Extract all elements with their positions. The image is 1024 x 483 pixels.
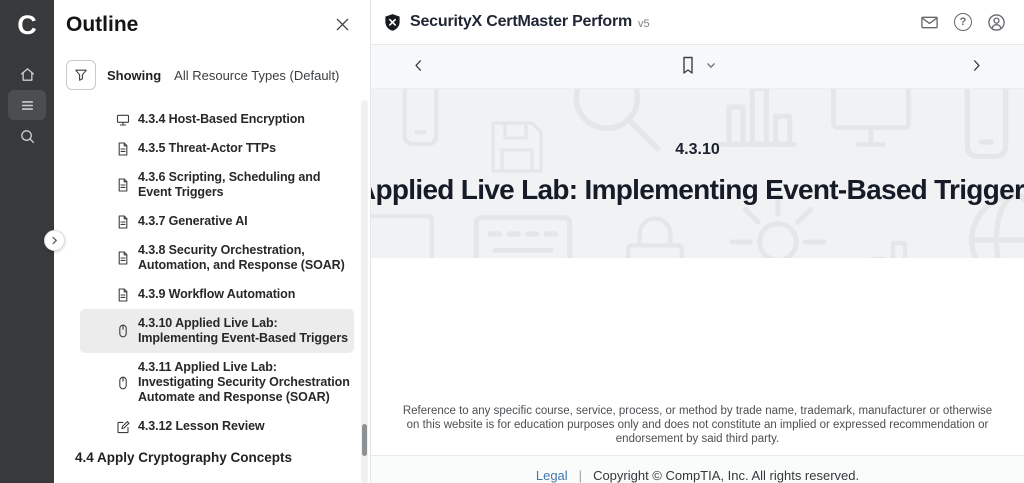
- mouse-icon: [116, 324, 130, 338]
- watermark-monitor-icon: [821, 89, 921, 161]
- outline-section-next[interactable]: 4.4 Apply Cryptography Concepts: [75, 450, 370, 465]
- outline-menu-button[interactable]: [8, 90, 46, 120]
- chevron-down-icon: [705, 60, 716, 71]
- outline-item-label: 4.3.12 Lesson Review: [138, 419, 265, 434]
- outline-header: Outline: [54, 0, 370, 37]
- bookmark-group: [679, 56, 716, 78]
- chevron-right-icon: [969, 58, 984, 73]
- outline-item-label: 4.3.11 Applied Live Lab: Investigating S…: [138, 360, 352, 405]
- copyright-text: Copyright © CompTIA, Inc. All rights res…: [593, 468, 859, 483]
- securityx-shield-icon: [383, 13, 402, 32]
- document-icon: [116, 215, 130, 229]
- outline-item-label: 4.3.8 Security Orchestration, Automation…: [138, 243, 352, 273]
- outline-item[interactable]: 4.3.9 Workflow Automation: [80, 280, 354, 309]
- outline-item[interactable]: 4.3.8 Security Orchestration, Automation…: [80, 236, 354, 280]
- filter-button[interactable]: [66, 60, 96, 90]
- document-icon: [116, 288, 130, 302]
- watermark-monitor-icon: [371, 201, 443, 258]
- home-button[interactable]: [8, 60, 46, 88]
- outline-item[interactable]: 4.3.7 Generative AI: [80, 207, 354, 236]
- bookmark-icon: [679, 56, 696, 75]
- main-content: SecurityX CertMaster Perform v5 ?: [371, 0, 1024, 483]
- edit-icon: [116, 420, 130, 434]
- document-icon: [116, 251, 130, 265]
- outline-item[interactable]: 4.3.4 Host-Based Encryption: [80, 105, 354, 134]
- app-root: C Outline: [0, 0, 1024, 483]
- lesson-nav-bar: [371, 45, 1024, 89]
- collapse-outline-button[interactable]: [44, 230, 65, 251]
- watermark-lock-icon: [609, 207, 701, 258]
- chevron-right-icon: [50, 236, 59, 245]
- lesson-banner: 4.3.10 Applied Live Lab: Implementing Ev…: [371, 89, 1024, 258]
- chevron-left-icon: [411, 58, 426, 73]
- close-outline-button[interactable]: [333, 15, 352, 37]
- next-lesson-button[interactable]: [967, 56, 986, 78]
- page-footer: Legal | Copyright © CompTIA, Inc. All ri…: [371, 455, 1024, 483]
- lesson-title: Applied Live Lab: Implementing Event-Bas…: [371, 174, 1024, 206]
- bookmark-menu-button[interactable]: [705, 59, 716, 74]
- search-button[interactable]: [8, 122, 46, 150]
- watermark-magnifier-icon: [556, 89, 678, 169]
- filter-showing-label: Showing: [107, 68, 161, 83]
- mail-icon: [920, 13, 939, 32]
- top-icons: ?: [920, 13, 1006, 32]
- scrollbar-thumb[interactable]: [362, 424, 367, 456]
- outline-item-label: 4.3.10 Applied Live Lab: Implementing Ev…: [138, 316, 352, 346]
- legal-link[interactable]: Legal: [536, 468, 568, 483]
- mail-button[interactable]: [920, 13, 939, 32]
- document-icon: [116, 142, 130, 156]
- account-icon: [987, 13, 1006, 32]
- hamburger-menu-icon: [19, 97, 36, 114]
- watermark-phone-icon: [929, 89, 1024, 166]
- help-button[interactable]: ?: [954, 13, 972, 31]
- monitor-icon: [116, 113, 130, 127]
- outline-scrollbar[interactable]: [361, 100, 368, 483]
- watermark-phone-icon: [373, 89, 468, 152]
- lesson-number: 4.3.10: [675, 141, 719, 159]
- top-bar: SecurityX CertMaster Perform v5 ?: [371, 0, 1024, 45]
- outline-item[interactable]: 4.3.5 Threat-Actor TTPs: [80, 134, 354, 163]
- outline-item-label: 4.3.6 Scripting, Scheduling and Event Tr…: [138, 170, 352, 200]
- watermark-floppy-icon: [481, 111, 553, 183]
- home-icon: [19, 66, 36, 83]
- document-icon: [116, 178, 130, 192]
- filter-funnel-icon: [74, 68, 88, 82]
- outline-title: Outline: [66, 13, 138, 37]
- outline-panel: Outline Showing All Resource Types (Defa…: [54, 0, 371, 483]
- close-icon: [335, 17, 350, 32]
- product-title: SecurityX CertMaster Perform: [410, 13, 632, 31]
- outline-item-label: 4.3.4 Host-Based Encryption: [138, 112, 305, 127]
- filter-row: Showing All Resource Types (Default): [66, 60, 370, 90]
- outline-list: 4.3.4 Host-Based Encryption 4.3.5 Threat…: [80, 105, 354, 441]
- outline-item[interactable]: 4.3.6 Scripting, Scheduling and Event Tr…: [80, 163, 354, 207]
- outline-item[interactable]: 4.3.11 Applied Live Lab: Investigating S…: [80, 353, 354, 412]
- comptia-logo: C: [17, 8, 37, 42]
- bookmark-button[interactable]: [679, 56, 696, 78]
- filter-value: All Resource Types (Default): [174, 68, 339, 83]
- footer-separator: |: [579, 468, 582, 483]
- disclaimer-text: Reference to any specific course, servic…: [397, 404, 999, 446]
- search-icon: [19, 128, 36, 145]
- outline-item-label: 4.3.7 Generative AI: [138, 214, 248, 229]
- outline-item-label: 4.3.9 Workflow Automation: [138, 287, 295, 302]
- product-version: v5: [638, 18, 650, 30]
- help-icon: ?: [954, 13, 972, 31]
- outline-item[interactable]: 4.3.12 Lesson Review: [80, 412, 354, 441]
- outline-item-label: 4.3.5 Threat-Actor TTPs: [138, 141, 276, 156]
- outline-item[interactable]: 4.3.10 Applied Live Lab: Implementing Ev…: [80, 309, 354, 353]
- previous-lesson-button[interactable]: [409, 56, 428, 78]
- mouse-icon: [116, 376, 130, 390]
- watermark-chart-icon: [849, 211, 945, 258]
- account-button[interactable]: [987, 13, 1006, 32]
